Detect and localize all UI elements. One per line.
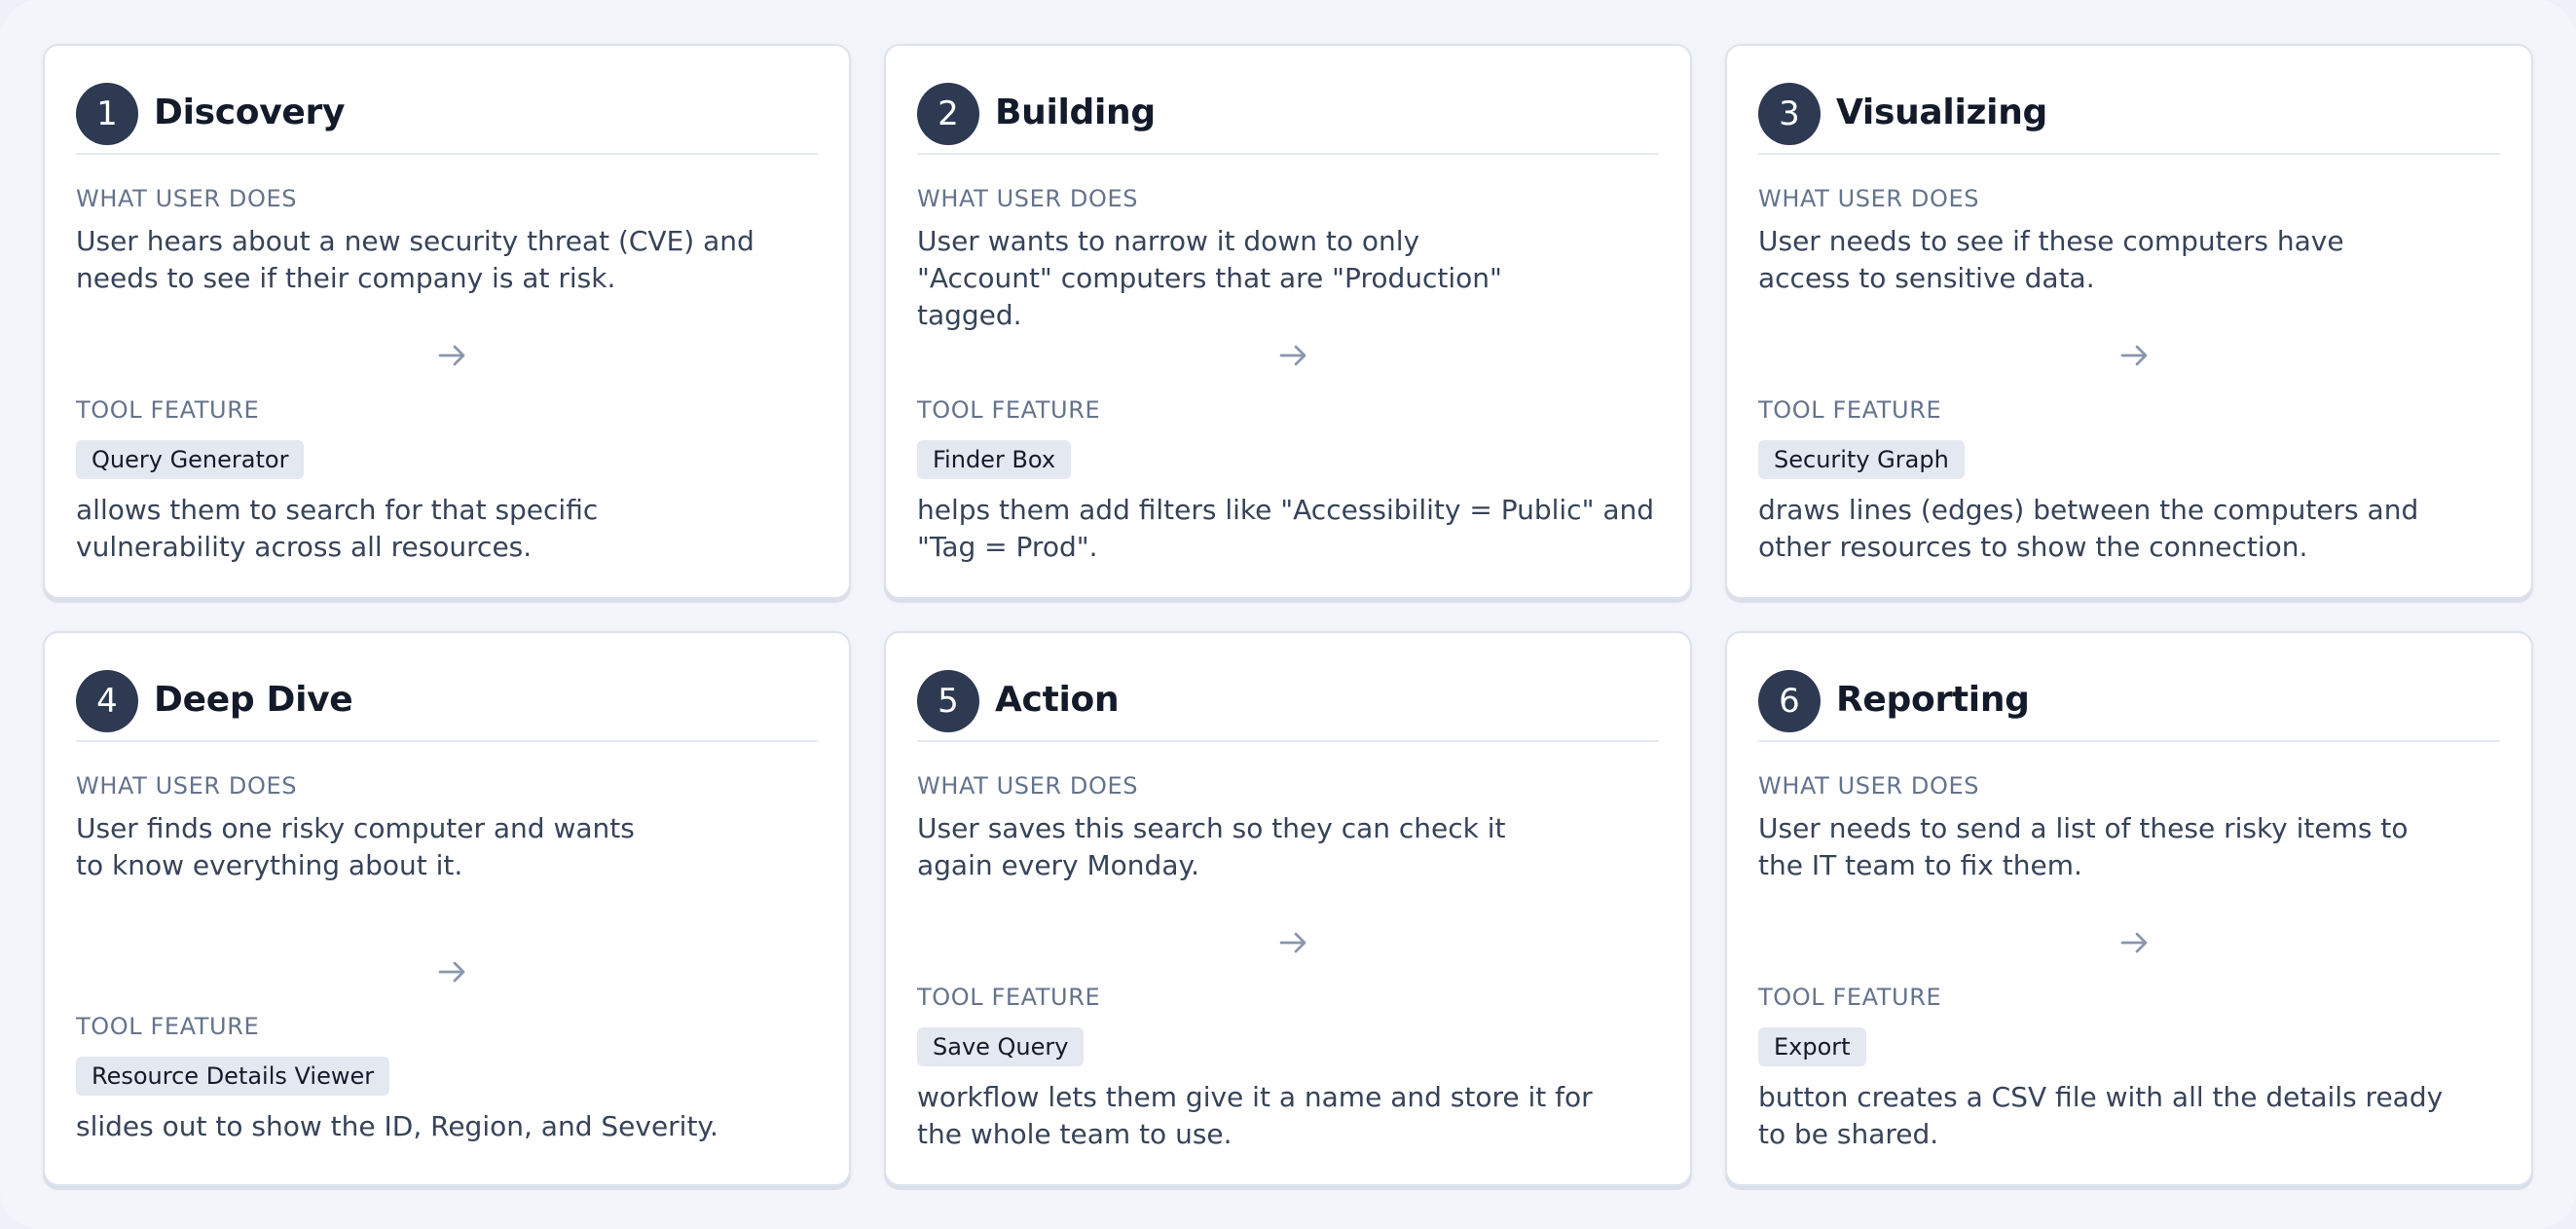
step-title: Building [995, 93, 1156, 132]
what-user-does-label: WHAT USER DOES [917, 185, 1139, 212]
user-action-text: User finds one risky computer and wants … [76, 812, 635, 881]
step-card-deep-dive: 4 Deep Dive WHAT USER DOES User finds on… [43, 631, 851, 1186]
step-title: Visualizing [1836, 93, 2047, 132]
arrow-right-icon [1275, 925, 1310, 960]
arrow-right-icon [434, 338, 469, 373]
step-card-building: 2 Building WHAT USER DOES User wants to … [884, 44, 1692, 599]
workflow-board: 1 Discovery WHAT USER DOES User hears ab… [0, 0, 2576, 1229]
step-header: 5 Action [917, 670, 1659, 742]
feature-chip: Query Generator [76, 440, 305, 479]
tool-feature-label: TOOL FEATURE [76, 1013, 260, 1040]
user-action-text: User hears about a new security threat (… [76, 225, 754, 294]
step-title: Discovery [154, 93, 346, 132]
step-card-action: 5 Action WHAT USER DOES User saves this … [884, 631, 1692, 1186]
step-header: 1 Discovery [76, 83, 818, 155]
arrow-right-icon [1275, 338, 1310, 373]
feature-chip: Finder Box [917, 440, 1072, 479]
tool-feature-label: TOOL FEATURE [917, 984, 1101, 1011]
feature-chip: Resource Details Viewer [76, 1057, 390, 1096]
user-action-text: User needs to send a list of these risky… [1758, 812, 2409, 881]
tool-feature-label: TOOL FEATURE [1758, 396, 1942, 424]
arrow-right-icon [2116, 925, 2152, 960]
step-number-badge: 5 [917, 670, 979, 732]
step-number-badge: 3 [1758, 83, 1821, 145]
user-action-text: User needs to see if these computers hav… [1758, 225, 2344, 294]
what-user-does-label: WHAT USER DOES [76, 772, 298, 800]
feature-chip: Security Graph [1758, 440, 1965, 479]
step-number-badge: 1 [76, 83, 138, 145]
feature-chip: Save Query [917, 1027, 1085, 1066]
step-header: 4 Deep Dive [76, 670, 818, 742]
tool-feature-label: TOOL FEATURE [1758, 984, 1942, 1011]
step-number-badge: 2 [917, 83, 979, 145]
feature-chip: Export [1758, 1027, 1866, 1066]
what-user-does-label: WHAT USER DOES [1758, 772, 1980, 800]
arrow-right-icon [434, 954, 469, 989]
step-title: Reporting [1836, 680, 2030, 720]
what-user-does-label: WHAT USER DOES [76, 185, 298, 212]
feature-description: draws lines (edges) between the computer… [1758, 494, 2419, 563]
arrow-right-icon [2116, 338, 2152, 373]
step-card-discovery: 1 Discovery WHAT USER DOES User hears ab… [43, 44, 851, 599]
step-number-badge: 4 [76, 670, 138, 732]
tool-feature-label: TOOL FEATURE [76, 396, 260, 424]
feature-description: workflow lets them give it a name and st… [917, 1081, 1593, 1150]
what-user-does-label: WHAT USER DOES [1758, 185, 1980, 212]
step-card-reporting: 6 Reporting WHAT USER DOES User needs to… [1725, 631, 2533, 1186]
feature-description: slides out to show the ID, Region, and S… [76, 1110, 718, 1142]
feature-description: allows them to search for that specific … [76, 494, 599, 563]
step-card-visualizing: 3 Visualizing WHAT USER DOES User needs … [1725, 44, 2533, 599]
step-title: Action [995, 680, 1120, 720]
step-header: 6 Reporting [1758, 670, 2500, 742]
step-header: 2 Building [917, 83, 1659, 155]
step-title: Deep Dive [154, 680, 353, 720]
user-action-text: User saves this search so they can check… [917, 812, 1506, 881]
step-number-badge: 6 [1758, 670, 1821, 732]
what-user-does-label: WHAT USER DOES [917, 772, 1139, 800]
step-header: 3 Visualizing [1758, 83, 2500, 155]
feature-description: button creates a CSV file with all the d… [1758, 1081, 2444, 1150]
feature-description: helps them add filters like "Accessibili… [917, 494, 1655, 563]
tool-feature-label: TOOL FEATURE [917, 396, 1101, 424]
user-action-text: User wants to narrow it down to only "Ac… [917, 225, 1502, 331]
